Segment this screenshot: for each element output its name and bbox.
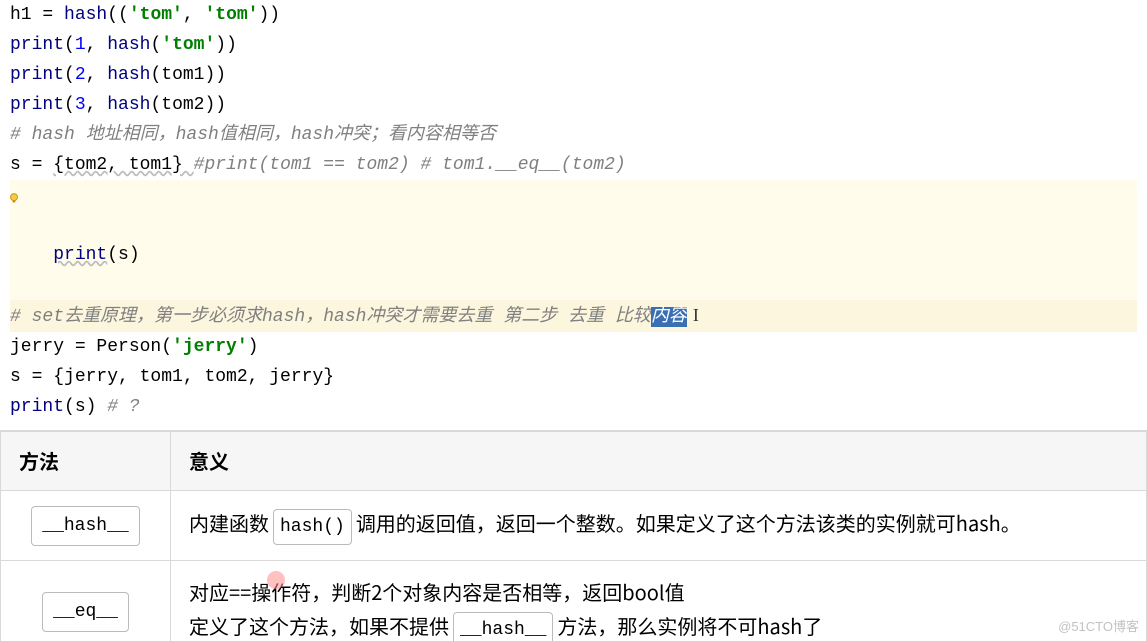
doc-table: 方法 意义 __hash__ 内建函数hash()调用的返回值，返回一个整数。如…	[0, 431, 1147, 641]
doc-table-wrap: 方法 意义 __hash__ 内建函数hash()调用的返回值，返回一个整数。如…	[0, 430, 1147, 641]
code-line-7: print(s)	[10, 180, 1137, 300]
table-header-row: 方法 意义	[1, 432, 1147, 491]
intent-bulb-icon[interactable]	[7, 186, 21, 200]
var-h1: h1	[10, 5, 42, 25]
inline-code: __hash__	[453, 612, 553, 641]
header-method: 方法	[1, 432, 171, 491]
code-line-6: s = {tom2, tom1} #print(tom1 == tom2) # …	[10, 150, 1137, 180]
code-line-10: s = {jerry, tom1, tom2, jerry}	[10, 362, 1137, 392]
code-line-1: h1 = hash(('tom', 'tom'))	[10, 0, 1137, 30]
method-pill: __hash__	[31, 506, 139, 546]
text-selection: 内容	[651, 307, 687, 327]
pointer-highlight-icon	[267, 571, 285, 589]
watermark-text: @51CTO博客	[1058, 616, 1139, 635]
cell-desc-hash: 内建函数hash()调用的返回值，返回一个整数。如果定义了这个方法该类的实例就可…	[171, 491, 1147, 561]
code-editor[interactable]: h1 = hash(('tom', 'tom')) print(1, hash(…	[0, 0, 1147, 422]
code-line-2: print(1, hash('tom'))	[10, 30, 1137, 60]
header-meaning: 意义	[171, 432, 1147, 491]
code-line-8-comment: # set去重原理，第一步必须求hash，hash冲突才需要去重 第二步 去重 …	[10, 300, 1137, 332]
table-row-eq: __eq__ 对应==操作符，判断2个对象内容是否相等，返回bool值 定义了这…	[1, 561, 1147, 641]
code-line-4: print(3, hash(tom2))	[10, 90, 1137, 120]
code-line-9: jerry = Person('jerry')	[10, 332, 1137, 362]
code-line-3: print(2, hash(tom1))	[10, 60, 1137, 90]
method-pill: __eq__	[42, 592, 129, 632]
code-line-11: print(s) # ?	[10, 392, 1137, 422]
inline-code: hash()	[273, 509, 352, 545]
text-cursor-icon: I	[693, 305, 699, 325]
cell-method-hash: __hash__	[1, 491, 171, 561]
cell-method-eq: __eq__	[1, 561, 171, 641]
table-row-hash: __hash__ 内建函数hash()调用的返回值，返回一个整数。如果定义了这个…	[1, 491, 1147, 561]
code-line-5-comment: # hash 地址相同，hash值相同，hash冲突；看内容相等否	[10, 120, 1137, 150]
cell-desc-eq: 对应==操作符，判断2个对象内容是否相等，返回bool值 定义了这个方法，如果不…	[171, 561, 1147, 641]
